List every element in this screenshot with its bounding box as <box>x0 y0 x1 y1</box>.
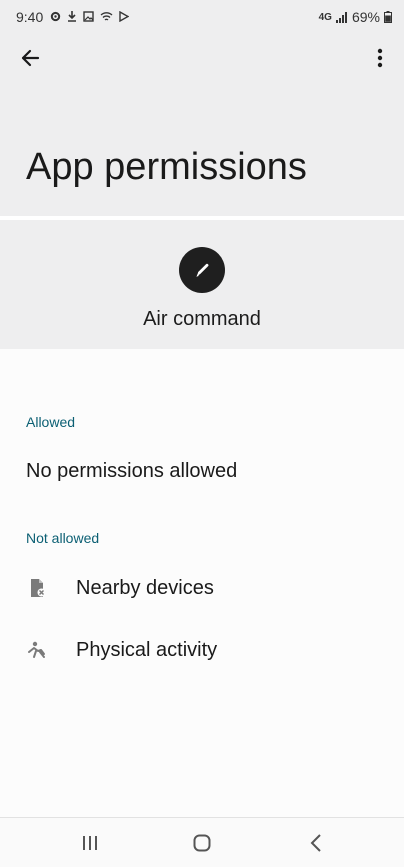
status-bar: 9:40 4G 69% <box>0 0 404 34</box>
settings-gear-icon <box>50 11 61 21</box>
battery-icon <box>384 11 392 23</box>
app-info-header: Air command <box>0 220 404 349</box>
physical-activity-icon <box>26 638 50 662</box>
notification-icons <box>50 10 129 22</box>
recent-apps-button[interactable] <box>70 828 110 858</box>
app-permissions-screen: 9:40 4G 69% App permissions Air command … <box>0 0 404 867</box>
top-app-bar: 9:40 4G 69% App permissions <box>0 0 404 216</box>
not-allowed-section-label: Not allowed <box>26 530 100 546</box>
recent-apps-icon <box>83 836 97 850</box>
gallery-icon <box>83 10 94 22</box>
pen-icon <box>196 263 209 277</box>
play-store-icon <box>119 10 129 22</box>
no-permissions-text: No permissions allowed <box>26 460 238 482</box>
nearby-devices-icon <box>26 576 50 600</box>
navigation-bar <box>0 817 404 867</box>
download-icon <box>68 11 76 22</box>
permission-label: Nearby devices <box>76 576 214 599</box>
wifi-call-icon <box>100 11 113 21</box>
back-nav-button[interactable] <box>296 828 336 858</box>
battery-percent: 69% <box>351 9 380 25</box>
home-button[interactable] <box>182 828 222 858</box>
more-options-button[interactable] <box>360 38 400 78</box>
permission-row-nearby-devices[interactable]: Nearby devices <box>0 560 404 616</box>
status-indicators: 4G 69% <box>319 9 392 25</box>
back-button[interactable] <box>10 38 50 78</box>
page-title: App permissions <box>26 146 307 188</box>
permission-row-physical-activity[interactable]: Physical activity <box>0 622 404 678</box>
status-time: 9:40 <box>16 9 44 25</box>
more-vert-icon <box>377 48 383 68</box>
allowed-section-label: Allowed <box>26 414 76 430</box>
back-chevron-icon <box>310 834 321 852</box>
signal-icon <box>335 11 347 23</box>
permission-label: Physical activity <box>76 638 218 661</box>
app-icon[interactable] <box>179 247 225 293</box>
arrow-left-icon <box>21 49 40 67</box>
app-name: Air command <box>143 308 261 330</box>
home-icon <box>193 834 211 852</box>
network-type: 4G <box>318 11 332 23</box>
